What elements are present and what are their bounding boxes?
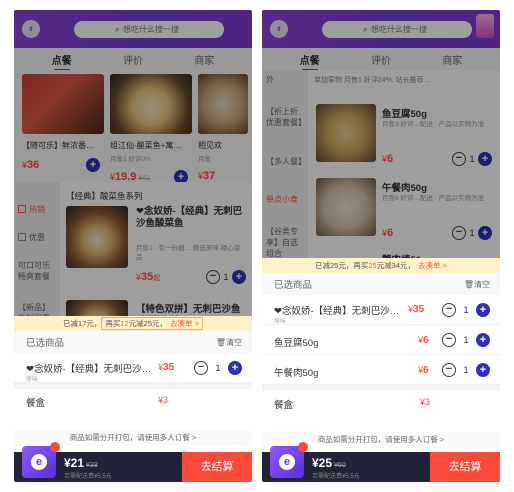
selected-item: 鱼豆腐50g ¥6 − 1 + [262, 325, 500, 355]
cart-badge [298, 442, 308, 452]
promo-link[interactable]: 去凑单 > [418, 260, 447, 271]
quantity-stepper: − 1 + [442, 363, 490, 377]
trash-icon: 🗑 [463, 279, 474, 289]
box-fee-row: 餐盒 ¥3 [14, 383, 252, 417]
box-fee-row: 餐盒 ¥3 [262, 385, 500, 419]
selected-item-spec: 原味 [274, 319, 287, 325]
decrease-button[interactable]: − [442, 363, 456, 377]
selected-item-name: ❤念奴娇-【经典】无刺巴沙… [274, 306, 400, 317]
selected-item-name: 鱼豆腐50g [274, 338, 319, 349]
checkout-button[interactable]: 去结算 [182, 452, 252, 482]
box-fee-label: 餐盒 [26, 398, 46, 409]
promo-strip[interactable]: 已减25元， 再买 25 元减34元， 去凑单 > [262, 258, 500, 273]
promo-text: 元减34元， [376, 261, 416, 270]
quantity: 1 [463, 365, 469, 375]
selected-item: ❤念奴娇-【经典】无刺巴沙… 原味 ¥35 − 1 + [14, 353, 252, 383]
selected-item: 午餐肉50g ¥6 − 1 + [262, 355, 500, 385]
selected-item-price: ¥35 [408, 304, 425, 315]
box-fee-label: 餐盒 [274, 400, 294, 411]
increase-button[interactable]: + [228, 361, 242, 375]
clear-button[interactable]: 🗑清空 [216, 337, 242, 348]
cart-badge [50, 442, 60, 452]
screenshot-left: ‹ ⌕ 点餐 评价 商家 【随可乐】鲜浓番… ¥36 + 组江仙-酸菜鱼+寓… … [14, 10, 252, 482]
box-fee-price: ¥3 [158, 395, 169, 405]
increase-button[interactable]: + [476, 303, 490, 317]
checkout-bar: e ¥25 ¥60 另需配送费¥5.5元 去结算 [262, 442, 500, 482]
selected-header: 已选商品 🗑清空 [262, 273, 500, 295]
selected-item-price: ¥35 [158, 362, 175, 373]
dim-overlay [262, 10, 500, 258]
decrease-button[interactable]: − [442, 333, 456, 347]
quantity: 1 [463, 335, 469, 345]
selected-item-name: ❤念奴娇-【经典】无刺巴沙… [26, 364, 152, 375]
selected-item-spec: 原味 [26, 377, 39, 383]
shipping-fee: 另需配送费¥5.5元 [312, 474, 360, 480]
selected-title: 已选商品 [26, 338, 65, 349]
shipping-fee: 另需配送费¥5.5元 [64, 474, 112, 480]
selected-panel: 已选商品 🗑清空 ❤念奴娇-【经典】无刺巴沙… 原味 ¥35 − 1 + 餐盒 … [14, 331, 252, 452]
screenshot-right: ‹ ⌕ 点餐 评价 商家 外 【折上折优惠套餐】 【多人餐】 单点小食 【谷类专… [262, 10, 500, 482]
selected-item: ❤念奴娇-【经典】无刺巴沙… 原味 ¥35 − 1 + [262, 295, 500, 325]
selected-item-price: ¥6 [418, 365, 429, 376]
promo-text: 已减17元， [63, 319, 102, 328]
trash-icon: 🗑 [215, 337, 226, 347]
dim-overlay [14, 10, 252, 316]
increase-button[interactable]: + [476, 333, 490, 347]
promo-amount: 25 [368, 261, 377, 270]
increase-button[interactable]: + [476, 363, 490, 377]
cart-icon[interactable]: e [270, 442, 308, 478]
total-price: ¥25 ¥60 [312, 456, 346, 470]
quantity-stepper: − 1 + [194, 361, 242, 375]
selected-item-name: 午餐肉50g [274, 368, 319, 379]
quantity-stepper: − 1 + [442, 303, 490, 317]
quantity-stepper: − 1 + [442, 333, 490, 347]
checkout-button[interactable]: 去结算 [430, 452, 500, 482]
checkout-bar: e ¥21 ¥38 另需配送费¥5.5元 去结算 [14, 442, 252, 482]
selected-header: 已选商品 🗑清空 [14, 331, 252, 353]
quantity: 1 [215, 363, 221, 373]
total-price: ¥21 ¥38 [64, 456, 98, 470]
decrease-button[interactable]: − [194, 361, 208, 375]
clear-button[interactable]: 🗑清空 [464, 279, 490, 290]
promo-highlight: 再买12元减25元， 去凑单 > [101, 317, 203, 330]
quantity: 1 [463, 305, 469, 315]
selected-item-price: ¥6 [418, 335, 429, 346]
decrease-button[interactable]: − [442, 303, 456, 317]
cart-icon[interactable]: e [22, 442, 60, 478]
promo-text: 再买 [353, 261, 369, 270]
selected-panel: 已选商品 🗑清空 ❤念奴娇-【经典】无刺巴沙… 原味 ¥35 − 1 + 鱼豆腐… [262, 273, 500, 452]
box-fee-price: ¥3 [420, 397, 431, 407]
promo-strip[interactable]: 已减17元， 再买12元减25元， 去凑单 > [14, 316, 252, 331]
promo-text: 已减25元， [315, 261, 354, 270]
selected-title: 已选商品 [274, 280, 313, 291]
